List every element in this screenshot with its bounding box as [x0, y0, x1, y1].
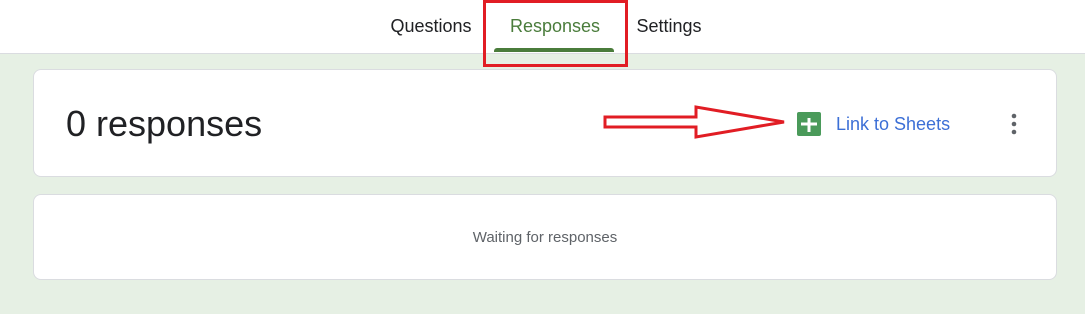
more-options-button[interactable] [1002, 110, 1026, 138]
tab-settings-label: Settings [636, 16, 702, 36]
more-vert-icon [1011, 113, 1017, 135]
tab-questions-label: Questions [390, 16, 472, 36]
sheets-icon [797, 112, 821, 136]
annotation-highlight-box [483, 0, 628, 67]
tab-settings[interactable]: Settings [626, 0, 712, 53]
waiting-message: Waiting for responses [472, 229, 618, 246]
link-to-sheets-button[interactable]: Link to Sheets [797, 112, 950, 136]
tab-questions[interactable]: Questions [380, 0, 482, 53]
response-count: 0 responses [66, 103, 263, 144]
waiting-card: Waiting for responses [33, 194, 1057, 280]
annotation-arrow [603, 105, 785, 139]
responses-summary-card: 0 responses Link to Sheets [33, 69, 1057, 177]
link-to-sheets-label: Link to Sheets [836, 113, 951, 134]
forms-responses-page: Questions Responses Settings 0 responses… [0, 0, 1085, 314]
